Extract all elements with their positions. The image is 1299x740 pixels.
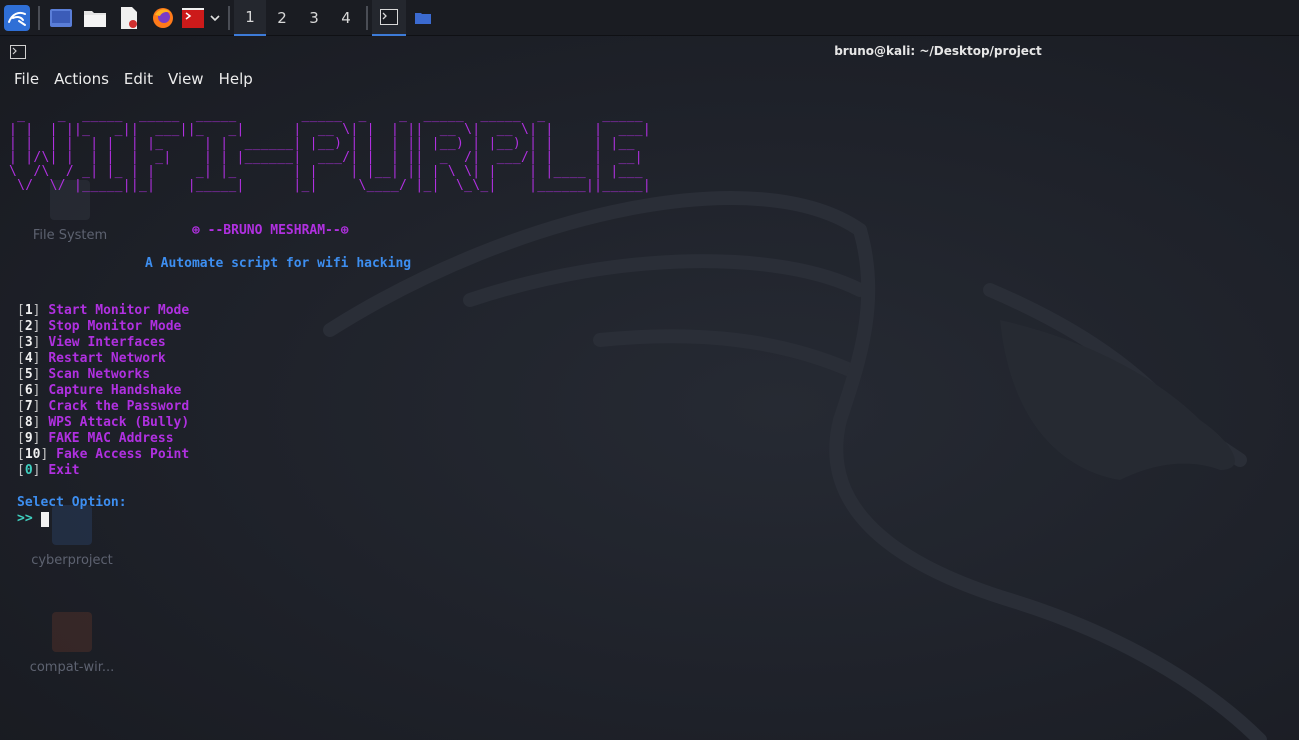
option-line: [5] Scan Networks [17,367,151,382]
option-menu: [1] Start Monitor Mode [2] Stop Monitor … [17,303,189,479]
terminal-emulator-button[interactable] [180,0,206,36]
workspace-4[interactable]: 4 [330,0,362,36]
taskbar-window-terminal[interactable] [372,0,406,36]
show-desktop-icon [50,8,72,27]
firefox-button[interactable] [146,0,180,36]
window-title: bruno@kali: ~/Desktop/project [834,44,1042,58]
option-line: [9] FAKE MAC Address [17,431,174,446]
menu-edit[interactable]: Edit [124,70,153,88]
terminal-window-icon [380,8,398,25]
taskbar-separator [366,5,368,30]
taskbar-separator [38,5,40,30]
tagline: A Automate script for wifi hacking [145,256,412,271]
ascii-banner: _ _ _____ _____ _____ _____ _ _ _____ __… [9,108,652,193]
terminal-emulator-icon [182,7,204,28]
menu-bar: File Actions Edit View Help [0,66,268,92]
menu-actions[interactable]: Actions [54,70,109,88]
text-cursor [40,511,49,527]
window-titlebar[interactable]: bruno@kali: ~/Desktop/project [0,37,1299,65]
taskbar-separator [228,5,230,30]
workspace-2[interactable]: 2 [266,0,298,36]
firefox-icon [153,7,173,28]
menu-help[interactable]: Help [219,70,253,88]
option-line: [7] Crack the Password [17,399,190,414]
terminal-output[interactable]: _ _ _____ _____ _____ _____ _ _ _____ __… [0,92,1299,740]
taskbar: 1 2 3 4 [0,0,1299,36]
menu-file[interactable]: File [14,70,39,88]
kali-menu-icon [4,4,30,31]
file-manager-button[interactable] [78,0,112,36]
taskbar-window-folder[interactable] [406,0,440,36]
kali-menu-button[interactable] [0,0,34,36]
dropdown-chevron-icon [210,14,220,21]
text-editor-button[interactable] [112,0,146,36]
workspace-3[interactable]: 3 [298,0,330,36]
launcher-dropdown-button[interactable] [206,0,224,36]
option-line: [4] Restart Network [17,351,166,366]
folder-window-icon [415,12,431,24]
workspace-1[interactable]: 1 [234,0,266,36]
option-line: [2] Stop Monitor Mode [17,319,182,334]
prompt-label: Select Option: [17,495,127,510]
option-line: [1] Start Monitor Mode [17,303,190,318]
option-line: [10] Fake Access Point [17,447,190,462]
option-line: [8] WPS Attack (Bully) [17,415,190,430]
prompt-arrow: >> [17,511,33,526]
file-manager-icon [84,10,106,27]
show-desktop-button[interactable] [44,0,78,36]
author-line: ⊕ --BRUNO MESHRAM--⊕ [192,223,349,238]
option-line: [6] Capture Handshake [17,383,182,398]
option-line: [0] Exit [17,463,80,478]
option-line: [3] View Interfaces [17,335,166,350]
text-editor-icon [121,6,137,29]
input-prompt[interactable]: >> [17,511,49,527]
menu-view[interactable]: View [168,70,204,88]
